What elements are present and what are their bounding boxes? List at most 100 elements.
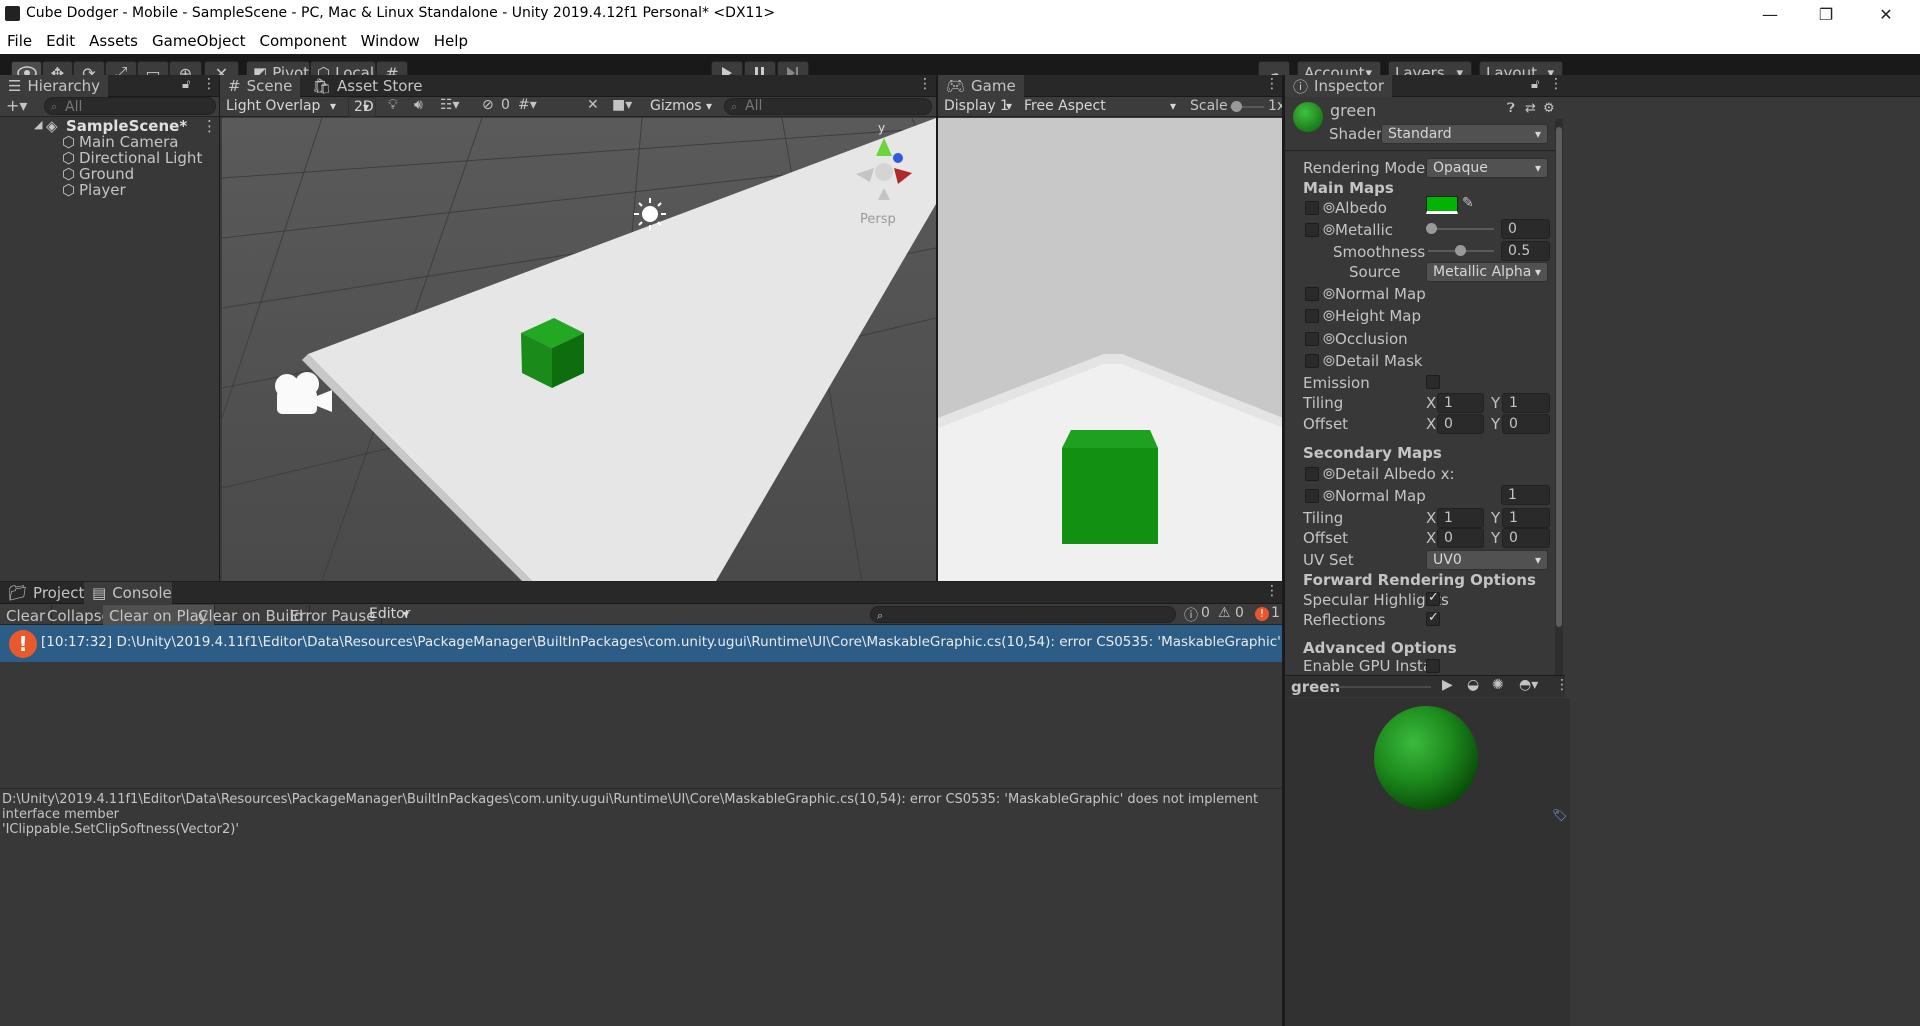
rendering-mode-dropdown[interactable]: Opaque <box>1426 158 1548 178</box>
secondary-normal-texture-slot[interactable] <box>1305 489 1319 503</box>
smoothness-slider-knob[interactable] <box>1455 245 1466 256</box>
log-info-icon[interactable]: ⓘ <box>1184 605 1198 625</box>
shading-mode-dropdown[interactable]: Light Overlap <box>220 97 342 117</box>
normal-map-texture-slot[interactable] <box>1305 287 1319 301</box>
detail-mask-texture-slot[interactable] <box>1305 354 1319 368</box>
warning-triangle-icon[interactable]: ⚠ <box>1218 605 1231 621</box>
metallic-slider-track[interactable] <box>1428 228 1494 230</box>
hidden-objects-icon[interactable]: ⊘ <box>482 97 494 113</box>
x-label: X <box>1426 509 1437 527</box>
tiling-x-field[interactable]: 1 <box>1437 393 1484 413</box>
more-options-icon[interactable]: ⋮ <box>918 76 932 92</box>
x-label: X <box>1426 529 1437 547</box>
more-options-icon[interactable]: ⋮ <box>202 76 216 92</box>
menu-component[interactable]: Component <box>253 32 354 50</box>
help-icon[interactable]: ❓︎ <box>1507 101 1515 116</box>
uv-set-dropdown[interactable]: UV0 <box>1426 550 1548 570</box>
tiling-y-field[interactable]: 1 <box>1502 393 1550 413</box>
more-options-icon[interactable]: ⋮ <box>1265 583 1279 599</box>
smoothness-value-field[interactable]: 0.5 <box>1501 241 1550 261</box>
aspect-dropdown[interactable]: Free Aspect <box>1018 97 1182 117</box>
metallic-slider-knob[interactable] <box>1426 223 1437 234</box>
eyedropper-icon[interactable]: ✎ <box>1462 195 1474 211</box>
preset-icon[interactable]: ⇄ <box>1525 101 1536 116</box>
scrollbar-thumb[interactable] <box>1556 127 1562 627</box>
offset-y-field[interactable]: 0 <box>1502 414 1550 434</box>
persp-label[interactable]: Persp <box>860 212 896 227</box>
tag-icon[interactable]: 🏷︎ <box>1552 808 1567 822</box>
settings-gear-icon[interactable]: ⚙ <box>1543 101 1555 116</box>
hierarchy-search-input[interactable]: ⌕ All <box>44 97 216 115</box>
secondary-normal-scale-field[interactable]: 1 <box>1501 485 1550 505</box>
gpu-instancing-checkbox[interactable] <box>1426 659 1440 673</box>
tab-project[interactable]: 📁︎ Project <box>0 582 92 604</box>
audio-speaker-icon[interactable]: 🔊︎ <box>414 97 423 113</box>
occlusion-texture-slot[interactable] <box>1305 332 1319 346</box>
tab-console[interactable]: ▤ Console <box>84 582 172 604</box>
tab-game[interactable]: 🎮︎ Game <box>938 75 1024 97</box>
preview-sphere-icon[interactable]: ◒ <box>1467 677 1479 693</box>
source-dropdown[interactable]: Metallic Alpha <box>1426 262 1548 282</box>
albedo-color-swatch[interactable] <box>1426 196 1458 214</box>
shader-dropdown[interactable]: Standard <box>1381 124 1548 144</box>
maximize-button[interactable]: ❐ <box>1798 0 1854 28</box>
tools-wrench-icon[interactable]: ✕ <box>587 97 599 113</box>
lock-icon[interactable]: 🔓︎ <box>182 77 190 92</box>
minimize-button[interactable]: — <box>1742 0 1798 28</box>
sec-offset-x-field[interactable]: 0 <box>1437 528 1484 548</box>
menu-assets[interactable]: Assets <box>82 32 145 50</box>
preview-light-icon[interactable]: ✺ <box>1492 677 1504 693</box>
editor-dropdown[interactable]: Editor <box>363 605 415 625</box>
menu-gameobject[interactable]: GameObject <box>145 32 253 50</box>
metallic-texture-slot[interactable] <box>1305 223 1319 237</box>
more-options-icon[interactable]: ⋮ <box>1555 677 1569 693</box>
menu-edit[interactable]: Edit <box>39 32 82 50</box>
camera-icon[interactable]: ■▾ <box>612 97 632 113</box>
preview-shape-icon[interactable]: ◓▾ <box>1519 677 1538 693</box>
more-options-icon[interactable]: ⋮ <box>1265 76 1279 92</box>
preview-drag-handle[interactable] <box>1331 686 1431 688</box>
material-preview[interactable]: 🏷︎ <box>1285 698 1570 1026</box>
detail-line: D:\Unity\2019.4.11f1\Editor\Data\Resourc… <box>2 792 1259 822</box>
inspector-scrollbar[interactable] <box>1555 119 1563 675</box>
offset-x-field[interactable]: 0 <box>1437 414 1484 434</box>
scene-viewport[interactable]: y Persp <box>222 118 936 581</box>
reflections-checkbox[interactable] <box>1426 610 1440 626</box>
sec-tiling-x-field[interactable]: 1 <box>1437 508 1484 528</box>
tab-scene[interactable]: # Scene <box>220 75 301 97</box>
emission-checkbox[interactable] <box>1426 375 1440 389</box>
display-dropdown[interactable]: Display 1 <box>938 97 1018 117</box>
grid-toggle-icon[interactable]: #▾ <box>518 97 537 113</box>
effects-icon[interactable]: ☷▾ <box>440 97 460 113</box>
console-search-input[interactable]: ⌕ <box>870 606 1176 623</box>
gizmos-dropdown[interactable]: Gizmos <box>644 97 718 117</box>
height-map-texture-slot[interactable] <box>1305 309 1319 323</box>
sec-tiling-y-field[interactable]: 1 <box>1502 508 1550 528</box>
more-options-icon[interactable]: ⋮ <box>1549 76 1563 92</box>
tab-asset-store[interactable]: 🛍︎ Asset Store <box>304 75 430 97</box>
console-error-row[interactable]: ! [10:17:32] D:\Unity\2019.4.11f1\Editor… <box>0 625 1282 662</box>
create-plus-icon[interactable]: +▾ <box>6 96 27 115</box>
tab-inspector[interactable]: ⓘ Inspector <box>1285 75 1392 97</box>
close-button[interactable]: ✕ <box>1858 0 1914 28</box>
error-icon[interactable]: ! <box>1255 607 1269 621</box>
menu-file[interactable]: File <box>0 32 39 50</box>
menu-window[interactable]: Window <box>354 32 427 50</box>
detail-albedo-texture-slot[interactable] <box>1305 467 1319 481</box>
sec-tiling-label: Tiling <box>1303 509 1344 527</box>
mode-2d-toggle[interactable]: 2D <box>348 97 376 117</box>
scale-slider-knob[interactable] <box>1231 101 1242 112</box>
menu-help[interactable]: Help <box>427 32 475 50</box>
game-viewport[interactable] <box>938 118 1283 581</box>
specular-highlights-checkbox[interactable] <box>1426 590 1440 606</box>
sec-offset-y-field[interactable]: 0 <box>1502 528 1550 548</box>
lighting-bulb-icon[interactable]: 💡︎ <box>388 97 398 113</box>
lock-icon[interactable]: 🔓︎ <box>1531 77 1539 92</box>
tab-hierarchy[interactable]: ☰ Hierarchy <box>0 75 108 97</box>
expand-arrow-icon[interactable]: ◢ <box>34 118 42 131</box>
metallic-value-field[interactable]: 0 <box>1501 219 1550 239</box>
scene-grid-icon: # <box>228 77 241 95</box>
scene-search-input[interactable]: ⌕ All <box>724 98 932 115</box>
preview-play-icon[interactable]: ▶ <box>1442 677 1453 693</box>
albedo-texture-slot[interactable] <box>1305 201 1319 215</box>
